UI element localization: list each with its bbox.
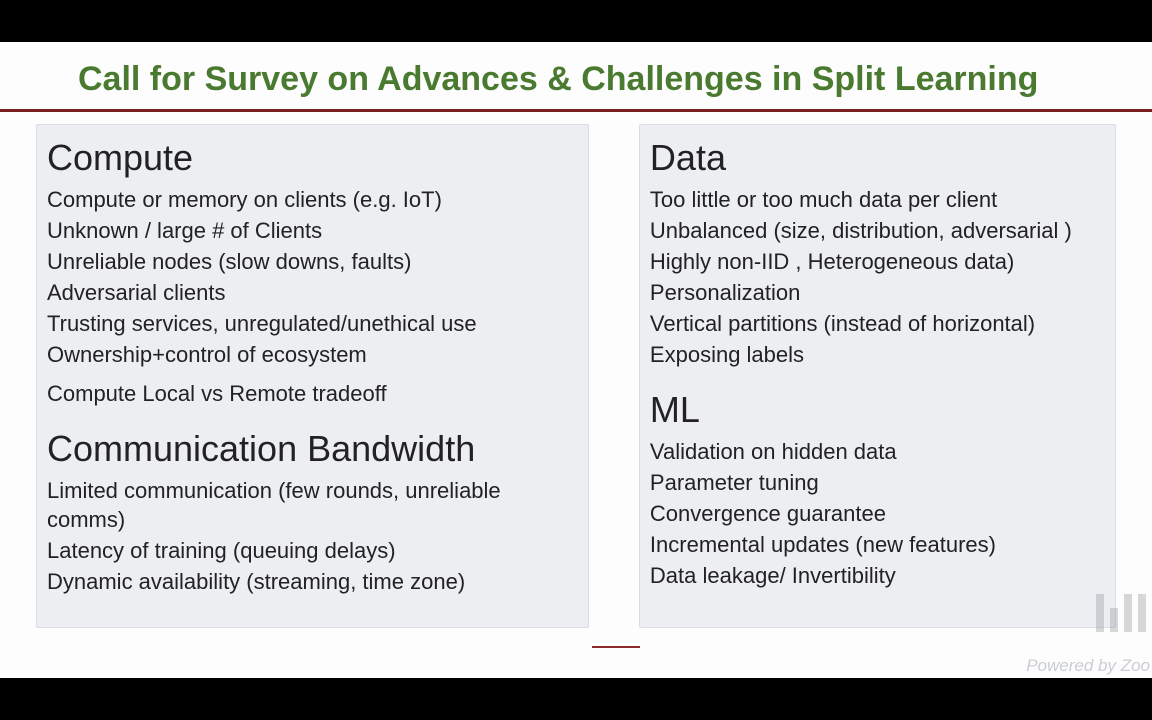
data-item: Personalization — [650, 278, 1105, 307]
ml-item: Convergence guarantee — [650, 499, 1105, 528]
data-item: Vertical partitions (instead of horizont… — [650, 309, 1105, 338]
compute-item: Ownership+control of ecosystem — [47, 340, 578, 369]
ml-item: Data leakage/ Invertibility — [650, 561, 1105, 590]
bandwidth-heading: Communication Bandwidth — [47, 428, 578, 470]
slide: Call for Survey on Advances & Challenges… — [0, 42, 1152, 678]
data-item: Exposing labels — [650, 340, 1105, 369]
compute-item: Compute or memory on clients (e.g. IoT) — [47, 185, 578, 214]
mit-logo-icon — [1096, 594, 1146, 632]
ml-heading: ML — [650, 389, 1105, 431]
compute-heading: Compute — [47, 137, 578, 179]
ml-item: Validation on hidden data — [650, 437, 1105, 466]
bandwidth-item: Dynamic availability (streaming, time zo… — [47, 567, 578, 596]
left-card: Compute Compute or memory on clients (e.… — [36, 124, 589, 628]
compute-item: Unknown / large # of Clients — [47, 216, 578, 245]
data-heading: Data — [650, 137, 1105, 179]
bandwidth-item: Limited communication (few rounds, unrel… — [47, 476, 578, 534]
compute-item: Compute Local vs Remote tradeoff — [47, 379, 578, 408]
compute-item: Unreliable nodes (slow downs, faults) — [47, 247, 578, 276]
data-item: Unbalanced (size, distribution, adversar… — [650, 216, 1105, 245]
data-item: Highly non-IID , Heterogeneous data) — [650, 247, 1105, 276]
slide-title: Call for Survey on Advances & Challenges… — [0, 42, 1152, 109]
data-item: Too little or too much data per client — [650, 185, 1105, 214]
powered-by-watermark: Powered by Zoo — [1026, 656, 1150, 676]
compute-item: Adversarial clients — [47, 278, 578, 307]
bandwidth-item: Latency of training (queuing delays) — [47, 536, 578, 565]
right-card: Data Too little or too much data per cli… — [639, 124, 1116, 628]
compute-item: Trusting services, unregulated/unethical… — [47, 309, 578, 338]
center-mark — [592, 646, 640, 648]
ml-item: Incremental updates (new features) — [650, 530, 1105, 559]
ml-item: Parameter tuning — [650, 468, 1105, 497]
content-columns: Compute Compute or memory on clients (e.… — [0, 112, 1152, 628]
